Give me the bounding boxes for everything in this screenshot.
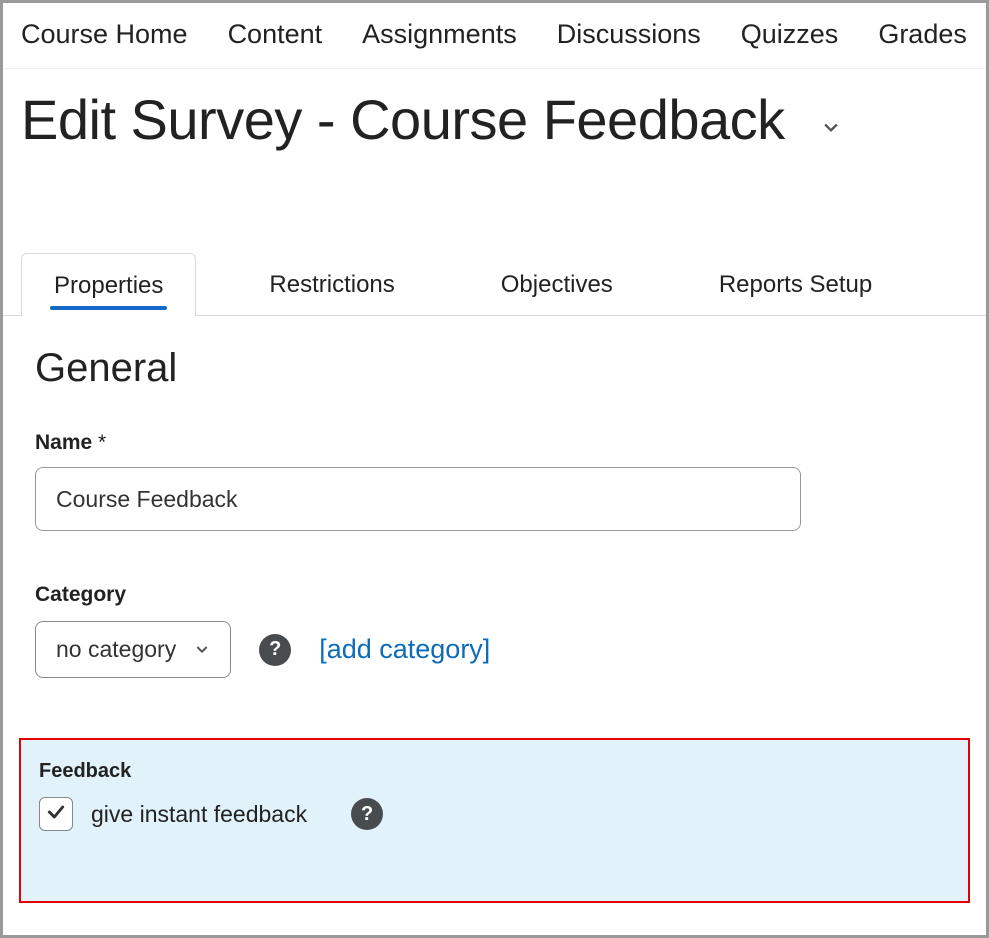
- category-field-group: Category no category ? [add category]: [35, 583, 968, 678]
- survey-tabs: Properties Restrictions Objectives Repor…: [3, 252, 986, 316]
- instant-feedback-checkbox[interactable]: [39, 797, 73, 831]
- section-title-general: General: [35, 346, 968, 391]
- survey-name-input[interactable]: [35, 467, 801, 531]
- properties-form: General Name * Category no category ? [a…: [3, 316, 986, 678]
- nav-item-quizzes[interactable]: Quizzes: [741, 19, 839, 50]
- nav-item-assignments[interactable]: Assignments: [362, 19, 517, 50]
- name-label: Name: [35, 431, 92, 454]
- page-heading-row: Edit Survey - Course Feedback: [21, 87, 986, 152]
- name-label-row: Name *: [35, 431, 968, 455]
- feedback-section-highlight: Feedback give instant feedback ?: [19, 738, 970, 903]
- category-help-button[interactable]: ?: [259, 634, 291, 666]
- survey-actions-dropdown[interactable]: [821, 120, 841, 140]
- course-nav: Course Home Content Assignments Discussi…: [3, 3, 986, 69]
- page-title: Edit Survey - Course Feedback: [21, 87, 785, 152]
- required-mark: *: [98, 431, 106, 454]
- chevron-down-icon: [821, 117, 841, 142]
- nav-item-grades[interactable]: Grades: [878, 19, 967, 50]
- tab-reports-setup[interactable]: Reports Setup: [686, 252, 905, 315]
- chevron-down-icon: [194, 636, 210, 663]
- instant-feedback-label: give instant feedback: [91, 801, 307, 828]
- category-select-value: no category: [56, 636, 176, 663]
- category-label: Category: [35, 583, 968, 607]
- category-select[interactable]: no category: [35, 621, 231, 678]
- tab-properties[interactable]: Properties: [21, 253, 196, 316]
- add-category-link[interactable]: [add category]: [319, 634, 490, 665]
- feedback-legend: Feedback: [39, 760, 950, 783]
- instant-feedback-help-button[interactable]: ?: [351, 798, 383, 830]
- nav-item-course-home[interactable]: Course Home: [21, 19, 188, 50]
- tab-objectives[interactable]: Objectives: [468, 252, 646, 315]
- tab-restrictions[interactable]: Restrictions: [236, 252, 427, 315]
- feedback-row: give instant feedback ?: [39, 797, 950, 831]
- name-field-group: Name *: [35, 431, 968, 531]
- checkmark-icon: [46, 801, 66, 828]
- nav-item-discussions[interactable]: Discussions: [557, 19, 701, 50]
- nav-item-content[interactable]: Content: [228, 19, 323, 50]
